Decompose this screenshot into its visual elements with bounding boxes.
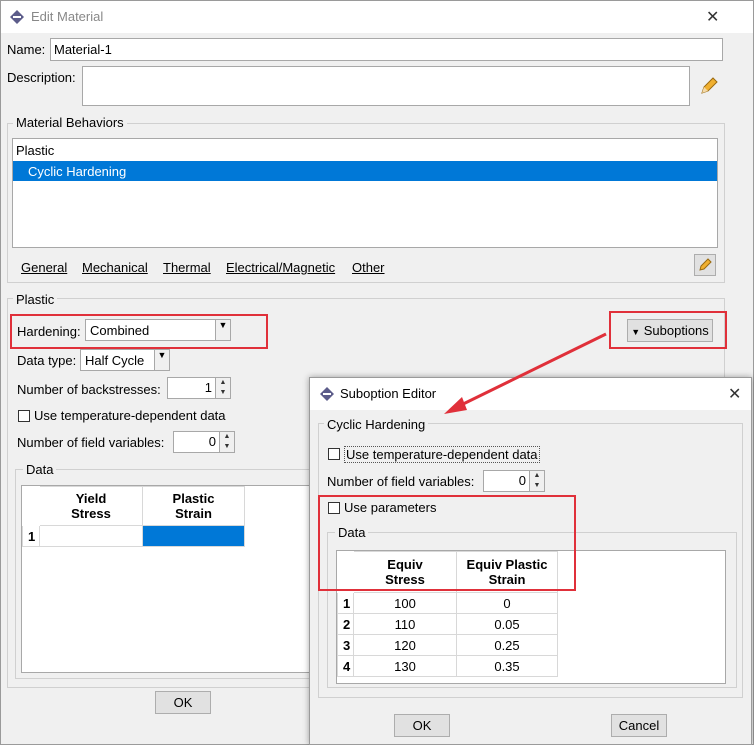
edit-pencil-icon[interactable] <box>698 75 720 97</box>
menu-general[interactable]: General <box>21 260 67 275</box>
table-cell[interactable]: 0 <box>456 592 558 614</box>
annotation-box-suboptions <box>609 311 727 349</box>
datatype-label: Data type: <box>17 353 77 368</box>
menu-thermal[interactable]: Thermal <box>163 260 211 275</box>
table-row: 4 130 0.35 <box>337 655 558 677</box>
data-table: Yield Stress Plastic Strain 1 <box>22 486 245 547</box>
cyclic-hardening-label: Cyclic Hardening <box>324 417 429 432</box>
spin-up-icon[interactable]: ▲ <box>530 471 544 481</box>
suboption-window-title: Suboption Editor <box>340 386 437 401</box>
sub-cancel-button[interactable]: Cancel <box>611 714 667 737</box>
close-icon[interactable]: ✕ <box>728 384 741 404</box>
menu-electrical-magnetic[interactable]: Electrical/Magnetic <box>226 260 335 275</box>
table-cell-selected[interactable] <box>142 525 245 547</box>
close-icon[interactable]: ✕ <box>706 7 719 27</box>
field-vars-value: 0 <box>208 434 216 449</box>
plastic-group-label: Plastic <box>13 292 58 307</box>
row-number: 1 <box>22 525 40 547</box>
data-table-area[interactable]: Yield Stress Plastic Strain 1 <box>21 485 321 673</box>
behavior-item-plastic[interactable]: Plastic <box>16 143 54 158</box>
sub-field-vars-stepper[interactable]: 0 ▲ ▼ <box>483 470 545 492</box>
row-number: 1 <box>337 592 354 614</box>
abaqus-app-icon <box>320 387 334 401</box>
chevron-down-icon: ▼ <box>154 350 169 370</box>
backstresses-value: 1 <box>204 380 212 395</box>
sub-temp-dependent-label: Use temperature-dependent data <box>344 446 540 463</box>
suboption-title-bar: Suboption Editor ✕ <box>310 378 751 410</box>
spin-down-icon[interactable]: ▼ <box>220 442 234 452</box>
table-cell[interactable]: 130 <box>353 655 457 677</box>
sub-temp-dependent-checkbox[interactable] <box>328 448 340 460</box>
table-cell[interactable]: 0.25 <box>456 634 558 656</box>
table-row: 1 <box>22 525 245 547</box>
edit-behavior-button[interactable] <box>694 254 716 276</box>
ok-button[interactable]: OK <box>155 691 211 714</box>
description-label: Description: <box>7 70 76 85</box>
menu-other[interactable]: Other <box>352 260 385 275</box>
spin-up-icon[interactable]: ▲ <box>216 378 230 388</box>
window-title: Edit Material <box>31 9 104 24</box>
column-header-yield-stress[interactable]: Yield Stress <box>39 486 143 526</box>
table-cell[interactable] <box>39 525 143 547</box>
behavior-item-cyclic-hardening[interactable]: Cyclic Hardening <box>13 161 717 181</box>
sub-field-vars-value: 0 <box>518 473 526 488</box>
temp-dependent-checkbox[interactable] <box>18 410 30 422</box>
temp-dependent-label: Use temperature-dependent data <box>34 408 226 423</box>
behaviors-list[interactable]: Plastic Cyclic Hardening <box>12 138 718 248</box>
datatype-select[interactable]: Half Cycle ▼ <box>80 349 170 371</box>
data-group-label: Data <box>23 462 57 477</box>
spin-down-icon[interactable]: ▼ <box>530 481 544 491</box>
name-value: Material-1 <box>54 42 112 57</box>
menu-mechanical[interactable]: Mechanical <box>82 260 148 275</box>
table-cell[interactable]: 0.35 <box>456 655 558 677</box>
material-behaviors-label: Material Behaviors <box>13 115 127 130</box>
table-row: 2 110 0.05 <box>337 613 558 635</box>
behavior-item-cyclic-hardening-label: Cyclic Hardening <box>28 164 127 179</box>
column-header-plastic-strain[interactable]: Plastic Strain <box>142 486 245 526</box>
sub-ok-button[interactable]: OK <box>394 714 450 737</box>
backstresses-stepper[interactable]: 1 ▲ ▼ <box>167 377 231 399</box>
annotation-box-use-parameters <box>318 495 576 591</box>
table-row: 1 100 0 <box>337 592 558 614</box>
description-input[interactable] <box>82 66 690 106</box>
title-bar: Edit Material ✕ <box>1 1 753 33</box>
spin-up-icon[interactable]: ▲ <box>220 432 234 442</box>
annotation-box-hardening <box>10 314 268 349</box>
row-number: 3 <box>337 634 354 656</box>
table-cell[interactable]: 120 <box>353 634 457 656</box>
field-vars-label: Number of field variables: <box>17 435 165 450</box>
table-cell[interactable]: 0.05 <box>456 613 558 635</box>
row-number: 2 <box>337 613 354 635</box>
name-input[interactable]: Material-1 <box>50 38 723 61</box>
sub-field-vars-label: Number of field variables: <box>327 474 475 489</box>
name-label: Name: <box>7 42 46 57</box>
spin-down-icon[interactable]: ▼ <box>216 388 230 398</box>
datatype-value: Half Cycle <box>85 353 145 368</box>
table-cell[interactable]: 100 <box>353 592 457 614</box>
backstresses-label: Number of backstresses: <box>17 382 161 397</box>
table-row: 3 120 0.25 <box>337 634 558 656</box>
suboption-editor-window: Suboption Editor ✕ Cyclic Hardening Use … <box>309 377 752 745</box>
abaqus-app-icon <box>10 10 24 24</box>
field-vars-stepper[interactable]: 0 ▲ ▼ <box>173 431 235 453</box>
pencil-icon <box>699 258 712 271</box>
row-number: 4 <box>337 655 354 677</box>
table-cell[interactable]: 110 <box>353 613 457 635</box>
